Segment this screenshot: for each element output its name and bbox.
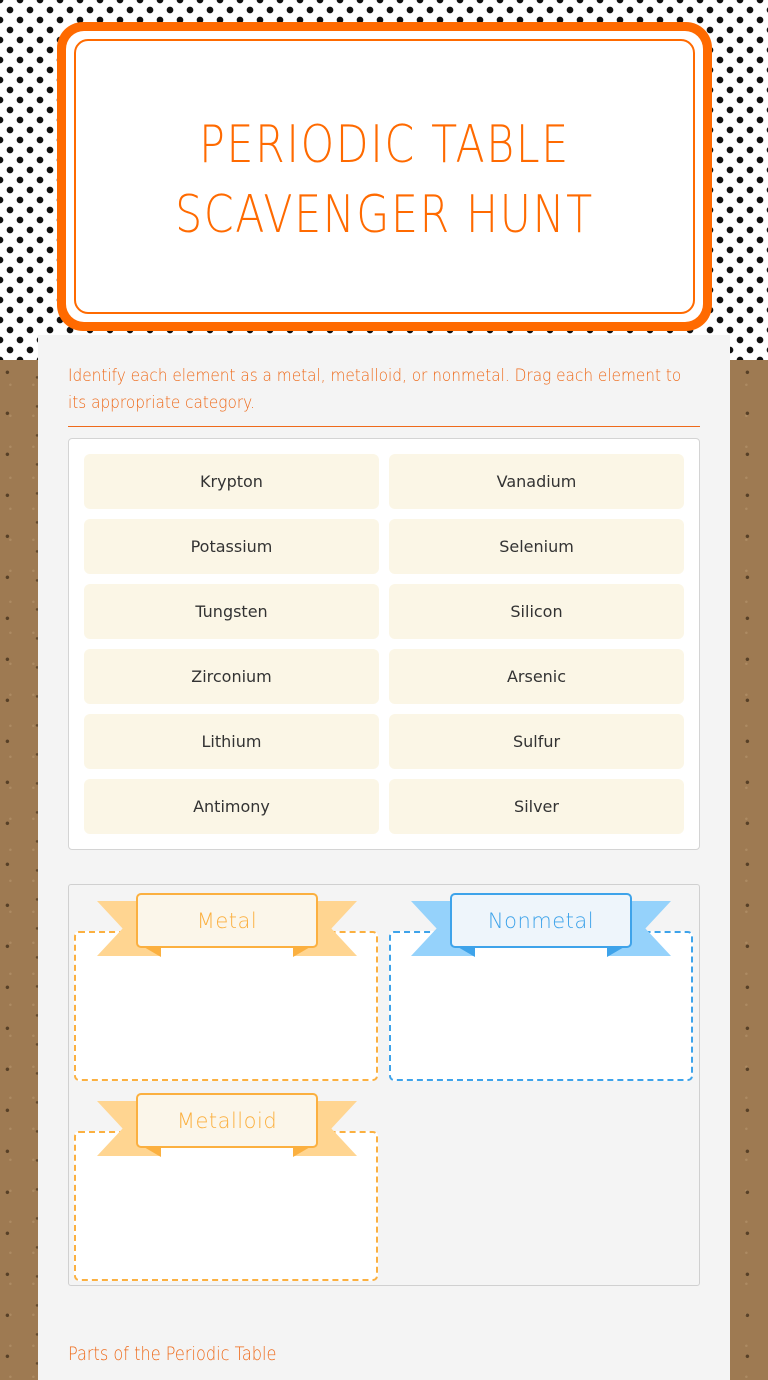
element-chip[interactable]: Vanadium xyxy=(389,454,684,509)
worksheet-panel: Identify each element as a metal, metall… xyxy=(38,335,730,1380)
section-heading: Parts of the Periodic Table xyxy=(68,1343,277,1365)
page-title: PERIODIC TABLE SCAVENGER HUNT xyxy=(116,110,653,250)
category-zones: Metal Nonmetal Metalloid xyxy=(68,884,700,1286)
instructions-text: Identify each element as a metal, metall… xyxy=(68,366,682,413)
ribbon-metal: Metal xyxy=(97,893,357,957)
element-chip[interactable]: Silicon xyxy=(389,584,684,639)
element-chip[interactable]: Krypton xyxy=(84,454,379,509)
category-label-metalloid: Metalloid xyxy=(136,1093,318,1148)
element-chip[interactable]: Potassium xyxy=(84,519,379,574)
page-title-line-1: PERIODIC TABLE xyxy=(199,115,570,175)
divider xyxy=(68,426,700,427)
page-title-line-2: SCAVENGER HUNT xyxy=(175,185,594,245)
element-chip[interactable]: Antimony xyxy=(84,779,379,834)
element-chip[interactable]: Zirconium xyxy=(84,649,379,704)
category-label-metal: Metal xyxy=(136,893,318,948)
title-banner: PERIODIC TABLE SCAVENGER HUNT xyxy=(57,22,712,331)
ribbon-metalloid: Metalloid xyxy=(97,1093,357,1157)
element-chip[interactable]: Silver xyxy=(389,779,684,834)
element-chip[interactable]: Tungsten xyxy=(84,584,379,639)
element-chip[interactable]: Arsenic xyxy=(389,649,684,704)
element-chip[interactable]: Lithium xyxy=(84,714,379,769)
element-bank: Krypton Vanadium Potassium Selenium Tung… xyxy=(68,438,700,850)
ribbon-nonmetal: Nonmetal xyxy=(411,893,671,957)
category-label-nonmetal: Nonmetal xyxy=(450,893,632,948)
element-chip[interactable]: Selenium xyxy=(389,519,684,574)
element-chip[interactable]: Sulfur xyxy=(389,714,684,769)
